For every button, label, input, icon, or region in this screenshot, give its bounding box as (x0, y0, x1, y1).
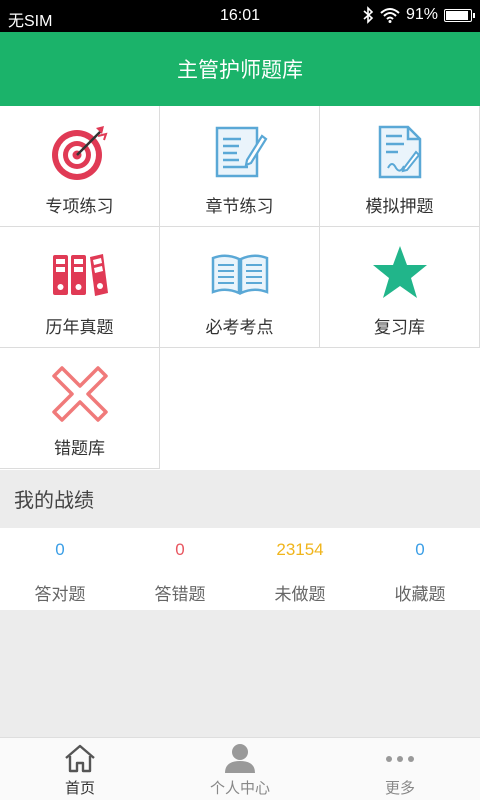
menu-item-key-points[interactable]: 必考考点 (160, 227, 320, 348)
menu-item-mock-exam[interactable]: 模拟押题 (320, 106, 480, 227)
stat-label: 答错题 (154, 585, 206, 605)
bottom-tab-bar: 首页 个人中心 更多 (0, 737, 480, 800)
more-dots-icon (386, 756, 414, 762)
menu-item-label: 模拟押题 (365, 197, 434, 217)
wifi-icon (380, 8, 400, 23)
menu-item-past-exams[interactable]: 历年真题 (0, 227, 160, 348)
binders-icon (52, 254, 108, 296)
home-icon (65, 744, 95, 773)
target-icon (51, 126, 108, 180)
status-bar: 无SIM 16:01 91% (0, 0, 480, 32)
tab-label: 个人中心 (209, 779, 270, 797)
stat-value: 23154 (276, 540, 324, 559)
menu-item-label: 必考考点 (205, 318, 274, 338)
stat-value: 0 (55, 540, 65, 559)
stat-undone[interactable]: 23154 未做题 (240, 528, 360, 610)
stats-panel: 0 答对题 0 答错题 23154 未做题 0 收藏题 (0, 528, 480, 610)
tab-home[interactable]: 首页 (0, 738, 160, 800)
menu-item-chapter-practice[interactable]: 章节练习 (160, 106, 320, 227)
stat-label: 未做题 (274, 585, 326, 605)
stats-heading: 我的战绩 (0, 470, 480, 528)
menu-item-label: 复习库 (374, 318, 425, 338)
menu-item-label: 章节练习 (205, 197, 274, 217)
star-icon (372, 246, 427, 298)
cross-icon (51, 366, 108, 422)
stat-wrong[interactable]: 0 答错题 (120, 528, 240, 610)
stat-favorites[interactable]: 0 收藏题 (360, 528, 480, 610)
page-title: 主管护师题库 (177, 58, 303, 82)
menu-item-label: 错题库 (54, 439, 105, 459)
app-bar: 主管护师题库 (0, 32, 480, 106)
stat-correct[interactable]: 0 答对题 (0, 528, 120, 610)
exam-paper-icon (378, 125, 421, 179)
tab-more[interactable]: 更多 (320, 738, 480, 800)
stat-label: 收藏题 (394, 585, 446, 605)
person-icon (225, 744, 255, 773)
document-pen-icon (215, 126, 267, 178)
tab-label: 更多 (384, 779, 415, 797)
tab-label: 首页 (64, 779, 95, 797)
menu-item-wrong-questions[interactable]: 错题库 (0, 348, 160, 469)
stat-value: 0 (415, 540, 425, 559)
tab-profile[interactable]: 个人中心 (160, 738, 320, 800)
open-book-icon (211, 254, 268, 295)
menu-item-label: 专项练习 (45, 197, 114, 217)
stat-value: 0 (175, 540, 185, 559)
menu-item-special-practice[interactable]: 专项练习 (0, 106, 160, 227)
battery-icon (444, 8, 475, 22)
stat-label: 答对题 (34, 585, 86, 605)
bluetooth-icon (363, 6, 374, 24)
menu-grid: 专项练习 章节练习 模拟押题 历年真题 必考考点 复习库 错题库 (0, 106, 480, 470)
battery-percent: 91% (405, 6, 438, 23)
menu-item-review[interactable]: 复习库 (320, 227, 480, 348)
menu-item-label: 历年真题 (45, 318, 114, 338)
